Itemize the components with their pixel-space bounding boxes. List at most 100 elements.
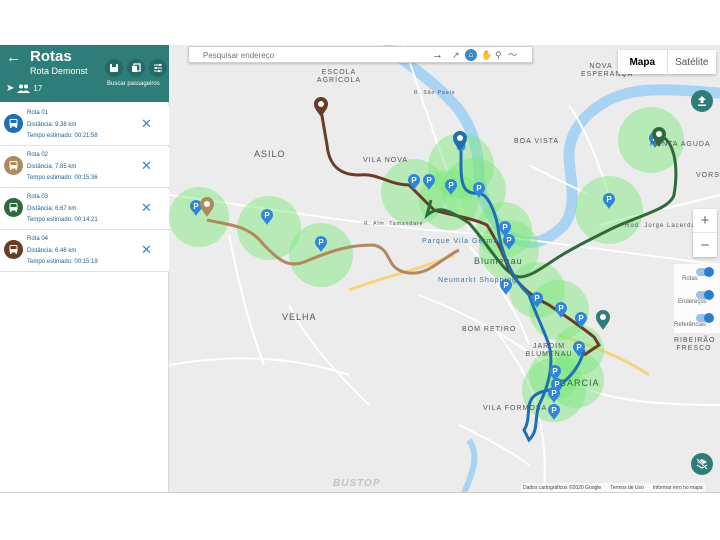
upload-button[interactable]	[691, 90, 713, 112]
toggle-routes[interactable]	[696, 267, 714, 277]
page-title: Rotas	[30, 48, 72, 65]
place-label-pontaaguda: PONTA AGUDA	[650, 141, 711, 148]
sidebar: ← Rotas Rota Demonst Buscar passageiros …	[0, 45, 169, 492]
arrow-left-icon[interactable]: ←	[6, 50, 21, 66]
pin-icon[interactable]: ⚲	[495, 49, 502, 61]
place-label-jardim: JARDIM BLUMENAU	[525, 343, 573, 358]
route-endpoint-marker-icon[interactable]	[596, 310, 610, 330]
people-icon	[17, 84, 31, 93]
place-label-boavista: BOA VISTA	[514, 138, 560, 145]
map-data-credit: Dados cartográficos ©2020 Google	[523, 484, 602, 491]
tab-map[interactable]: Mapa	[618, 50, 668, 74]
route-time: Tempo estimado: 00:15:36	[27, 175, 98, 181]
diagonal-arrow-icon[interactable]: ↗	[452, 49, 460, 61]
place-label-vorst: VORST	[696, 172, 720, 179]
route-card[interactable]: Rota 02 Distância: 7.85 km Tempo estimad…	[0, 147, 169, 188]
place-label-novaesp: NOVA ESPERANÇA	[581, 63, 634, 78]
svg-text:P: P	[426, 176, 432, 185]
parking-pin-icon[interactable]: P	[473, 182, 485, 198]
parking-pin-icon[interactable]: P	[423, 174, 435, 190]
terms-link[interactable]: Termos de Uso	[610, 485, 644, 491]
polyline-icon[interactable]: 〜	[508, 49, 517, 61]
route-distance: Distância: 6.67 km	[27, 206, 77, 212]
route-time: Tempo estimado: 00:15:19	[27, 259, 98, 265]
place-label-ribeirao: RIBEIRÃO FRESCO	[674, 337, 716, 352]
layer-toggles: Rotas Endereços Referências	[674, 264, 720, 333]
toggle-references-label: Referências	[674, 322, 707, 328]
route-endpoint-marker-icon[interactable]	[200, 197, 214, 217]
report-error-link[interactable]: Informar erro no mapa	[653, 485, 703, 491]
svg-text:P: P	[502, 223, 508, 232]
hand-icon[interactable]: ✋	[481, 49, 492, 61]
svg-text:P: P	[318, 238, 324, 247]
route-endpoint-marker-icon[interactable]	[453, 131, 467, 151]
close-icon[interactable]: ✕	[141, 243, 152, 256]
home-icon[interactable]: ⌂	[465, 49, 477, 61]
sidebar-header: ← Rotas Rota Demonst Buscar passageiros …	[0, 45, 169, 102]
map-canvas[interactable]: PPPPPPPPPPPPPPPPPPPP ESCOLA AGRÍCOLA ASIL…	[169, 45, 720, 492]
parking-layer: PPPPPPPPPPPPPPPPPPPP	[190, 97, 666, 420]
place-label-garcia: GARCIA	[559, 378, 600, 388]
bus-icon	[4, 114, 23, 133]
search-bar: → ↗ ⌂ ✋ ⚲ 〜	[188, 46, 533, 63]
parking-pin-icon[interactable]: P	[445, 179, 457, 195]
route-set-name: Rota Demonst	[30, 66, 88, 76]
svg-text:P: P	[534, 294, 540, 303]
svg-text:P: P	[448, 181, 454, 190]
bus-icon	[4, 198, 23, 217]
copy-button[interactable]	[127, 59, 145, 77]
copy-icon	[132, 63, 141, 72]
route-distance: Distância: 9.38 km	[27, 122, 77, 128]
route-card[interactable]: Rota 01 Distância: 9.38 km Tempo estimad…	[0, 105, 169, 146]
parking-pin-icon[interactable]: P	[531, 292, 543, 308]
parking-pin-icon[interactable]: P	[261, 209, 273, 225]
place-label-escola: ESCOLA AGRÍCOLA	[316, 69, 362, 84]
route-name: Rota 01	[27, 110, 49, 116]
parking-pin-icon[interactable]: P	[575, 312, 587, 328]
place-label-rodjorge: Rod. Jorge Lacerda	[625, 223, 696, 229]
place-label-parque: Parque Vila Germânica	[422, 238, 516, 245]
layers-off-button[interactable]	[691, 453, 713, 475]
search-passengers-link[interactable]: Buscar passageiros	[107, 81, 160, 87]
parking-pin-icon[interactable]: P	[603, 193, 615, 209]
close-icon[interactable]: ✕	[141, 201, 152, 214]
arrow-right-icon: ➤	[6, 83, 15, 94]
parking-pin-icon[interactable]: P	[555, 302, 567, 318]
svg-text:P: P	[576, 343, 582, 352]
save-button[interactable]	[105, 59, 123, 77]
place-label-vilaformosa: VILA FORMOSA	[483, 405, 548, 412]
svg-text:P: P	[551, 406, 557, 415]
place-label-velha: VELHA	[282, 312, 317, 322]
parking-pin-icon[interactable]: P	[315, 236, 327, 252]
tune-button[interactable]	[149, 59, 167, 77]
route-distance: Distância: 6.46 km	[27, 248, 77, 254]
route-card[interactable]: Rota 03 Distância: 6.67 km Tempo estimad…	[0, 189, 169, 230]
route-distance: Distância: 7.85 km	[27, 164, 77, 170]
zoom-in-button[interactable]: +	[693, 209, 717, 233]
bus-icon	[4, 156, 23, 175]
place-label-asilo: ASILO	[254, 149, 286, 159]
close-icon[interactable]: ✕	[141, 159, 152, 172]
search-input[interactable]	[203, 49, 403, 61]
parking-pin-icon[interactable]: P	[573, 341, 585, 357]
place-label-tamandare: R. Alm. Tamandaré	[364, 221, 424, 227]
route-endpoint-marker-icon[interactable]	[314, 97, 328, 117]
route-card[interactable]: Rota 04 Distância: 6.46 km Tempo estimad…	[0, 231, 169, 272]
app-window: ← Rotas Rota Demonst Buscar passageiros …	[0, 45, 720, 493]
svg-text:P: P	[606, 195, 612, 204]
toggle-addresses[interactable]	[696, 290, 714, 300]
place-label-blumenau: Blumenau	[474, 256, 523, 266]
save-icon	[110, 64, 118, 72]
map-footer: Dados cartográficos ©2020 Google Termos …	[521, 483, 705, 492]
parking-pin-icon[interactable]: P	[548, 404, 560, 420]
upload-icon	[698, 96, 706, 106]
arrow-right-icon[interactable]: →	[432, 49, 443, 61]
parking-pin-icon[interactable]: P	[408, 174, 420, 190]
parking-pin-icon[interactable]: P	[548, 387, 560, 403]
close-icon[interactable]: ✕	[141, 117, 152, 130]
zoom-out-button[interactable]: −	[693, 233, 717, 257]
svg-text:P: P	[558, 304, 564, 313]
toggle-references[interactable]	[696, 313, 714, 323]
tab-satellite[interactable]: Satélite	[668, 50, 717, 74]
toggle-routes-label: Rotas	[682, 276, 698, 282]
